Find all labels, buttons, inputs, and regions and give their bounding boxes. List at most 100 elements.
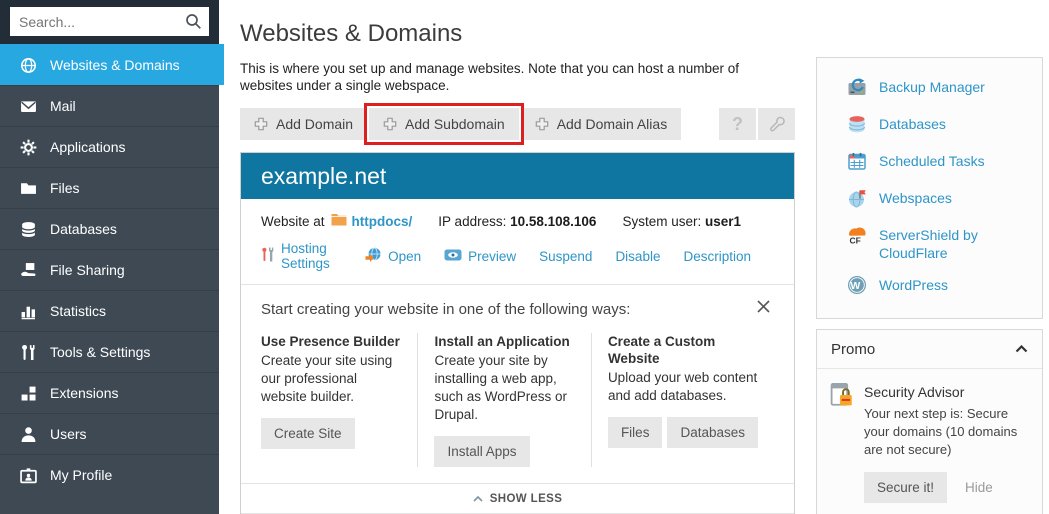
show-less-toggle[interactable]: SHOW LESS xyxy=(241,483,794,514)
shortcuts-panel: Backup Manager Databases Scheduled Tasks… xyxy=(816,57,1043,319)
sidebar-item-users[interactable]: Users xyxy=(0,413,219,454)
gear-icon xyxy=(19,139,37,156)
close-icon[interactable] xyxy=(753,298,774,320)
sidebar-item-label: Extensions xyxy=(50,385,118,401)
description-link[interactable]: Description xyxy=(683,249,751,264)
tools-icon xyxy=(19,344,37,361)
page-title: Websites & Domains xyxy=(240,20,795,48)
domain-card-header: example.net xyxy=(241,153,794,199)
svg-text:CF: CF xyxy=(850,236,861,246)
create-website-heading: Start creating your website in one of th… xyxy=(261,301,753,318)
preview-eye-icon xyxy=(444,248,462,265)
sidebar-item-label: Files xyxy=(50,180,80,196)
sidebar-item-my-profile[interactable]: My Profile xyxy=(0,454,219,495)
scheduled-tasks-link[interactable]: Scheduled Tasks xyxy=(817,145,1042,182)
sidebar-item-label: Websites & Domains xyxy=(50,57,180,73)
sidebar-item-tools-settings[interactable]: Tools & Settings xyxy=(0,331,219,372)
domain-name: example.net xyxy=(261,163,386,190)
secure-it-button[interactable]: Secure it! xyxy=(864,472,947,503)
promo-title: Promo xyxy=(831,341,1015,358)
toolbar: Add Domain Add Subdomain Add Domain Alia… xyxy=(240,108,795,140)
system-user: user1 xyxy=(705,214,741,229)
calendar-icon xyxy=(847,151,867,175)
sidebar-item-label: My Profile xyxy=(50,467,112,483)
mail-icon xyxy=(19,98,37,115)
add-subdomain-button[interactable]: Add Subdomain xyxy=(369,108,519,140)
security-advisor-title: Security Advisor xyxy=(864,384,1036,400)
search-icon[interactable] xyxy=(185,13,202,35)
databases-color-icon xyxy=(847,114,867,138)
sidebar-item-extensions[interactable]: Extensions xyxy=(0,372,219,413)
main-content: Websites & Domains This is where you set… xyxy=(240,0,795,514)
way-presence-builder: Use Presence Builder Create your site us… xyxy=(261,333,417,467)
sidebar-item-label: Databases xyxy=(50,221,117,237)
databases-link[interactable]: Databases xyxy=(817,108,1042,145)
wrench-icon xyxy=(768,115,786,133)
sidebar-item-label: Mail xyxy=(50,98,76,114)
plus-icon xyxy=(535,117,549,131)
webspaces-link[interactable]: Webspaces xyxy=(817,182,1042,219)
backup-manager-icon xyxy=(847,77,867,101)
domain-info-row: Website at httpdocs/ IP address: 10.58.1… xyxy=(241,199,794,229)
create-site-button[interactable]: Create Site xyxy=(261,418,355,449)
open-globe-icon xyxy=(365,247,382,266)
way-install-application: Install an Application Create your site … xyxy=(417,333,590,467)
sidebar-item-file-sharing[interactable]: File Sharing xyxy=(0,249,219,290)
sidebar-item-files[interactable]: Files xyxy=(0,167,219,208)
folder-icon xyxy=(19,180,37,197)
add-domain-button[interactable]: Add Domain xyxy=(240,108,367,140)
search-input[interactable] xyxy=(10,7,209,36)
add-domain-alias-button[interactable]: Add Domain Alias xyxy=(521,108,682,140)
plus-icon xyxy=(383,117,397,131)
collapse-chevron-icon[interactable] xyxy=(1015,340,1028,358)
plus-icon xyxy=(254,117,268,131)
chevron-up-icon xyxy=(473,496,483,502)
sidebar-item-label: Users xyxy=(50,426,87,442)
ip-address: 10.58.108.106 xyxy=(510,214,596,229)
right-sidebar: Backup Manager Databases Scheduled Tasks… xyxy=(816,57,1043,514)
help-button[interactable]: ? xyxy=(719,108,756,140)
sidebar-item-label: Applications xyxy=(50,139,126,155)
files-button[interactable]: Files xyxy=(608,417,663,448)
blocks-icon xyxy=(19,385,37,402)
servershield-cloudflare-link[interactable]: CF ServerShield by CloudFlare xyxy=(817,219,1042,269)
wordpress-link[interactable]: W WordPress xyxy=(817,269,1042,306)
page-description: This is where you set up and manage webs… xyxy=(240,60,762,94)
bar-chart-icon xyxy=(19,303,37,320)
security-advisor-text: Your next step is: Secure your domains (… xyxy=(864,405,1036,459)
webspaces-globe-icon xyxy=(847,188,867,212)
backup-manager-link[interactable]: Backup Manager xyxy=(817,71,1042,108)
sidebar-item-mail[interactable]: Mail xyxy=(0,85,219,126)
sidebar-item-databases[interactable]: Databases xyxy=(0,208,219,249)
id-card-icon xyxy=(19,467,37,484)
preview-link[interactable]: Preview xyxy=(468,249,516,264)
domain-card: example.net Website at httpdocs/ IP addr… xyxy=(240,152,795,514)
create-website-section: Start creating your website in one of th… xyxy=(241,284,794,483)
httpdocs-link[interactable]: httpdocs/ xyxy=(352,214,413,229)
promo-panel: Promo Security Advisor Your next step is… xyxy=(816,329,1043,514)
security-advisor-icon xyxy=(829,382,855,503)
sidebar-item-applications[interactable]: Applications xyxy=(0,126,219,167)
databases-button[interactable]: Databases xyxy=(667,417,758,448)
hide-link[interactable]: Hide xyxy=(965,480,993,495)
user-icon xyxy=(19,426,37,443)
suspend-link[interactable]: Suspend xyxy=(539,249,592,264)
hosting-settings-link[interactable]: Hosting Settings xyxy=(281,241,342,271)
sidebar-item-label: Tools & Settings xyxy=(50,344,150,360)
install-apps-button[interactable]: Install Apps xyxy=(434,436,529,467)
sidebar-item-label: File Sharing xyxy=(50,262,125,278)
hosting-tools-icon xyxy=(261,247,275,265)
question-mark-icon: ? xyxy=(732,114,743,135)
settings-wrench-button[interactable] xyxy=(758,108,795,140)
left-sidebar: Websites & Domains Mail Applications Fil… xyxy=(0,0,219,514)
wordpress-icon: W xyxy=(847,275,867,299)
sidebar-item-statistics[interactable]: Statistics xyxy=(0,290,219,331)
disable-link[interactable]: Disable xyxy=(615,249,660,264)
orange-folder-icon xyxy=(331,213,347,229)
sidebar-item-label: Statistics xyxy=(50,303,106,319)
open-link[interactable]: Open xyxy=(388,249,421,264)
cloudflare-icon: CF xyxy=(847,225,867,249)
file-sharing-icon xyxy=(19,262,37,279)
database-icon xyxy=(19,221,37,238)
sidebar-item-websites-domains[interactable]: Websites & Domains xyxy=(0,44,224,85)
